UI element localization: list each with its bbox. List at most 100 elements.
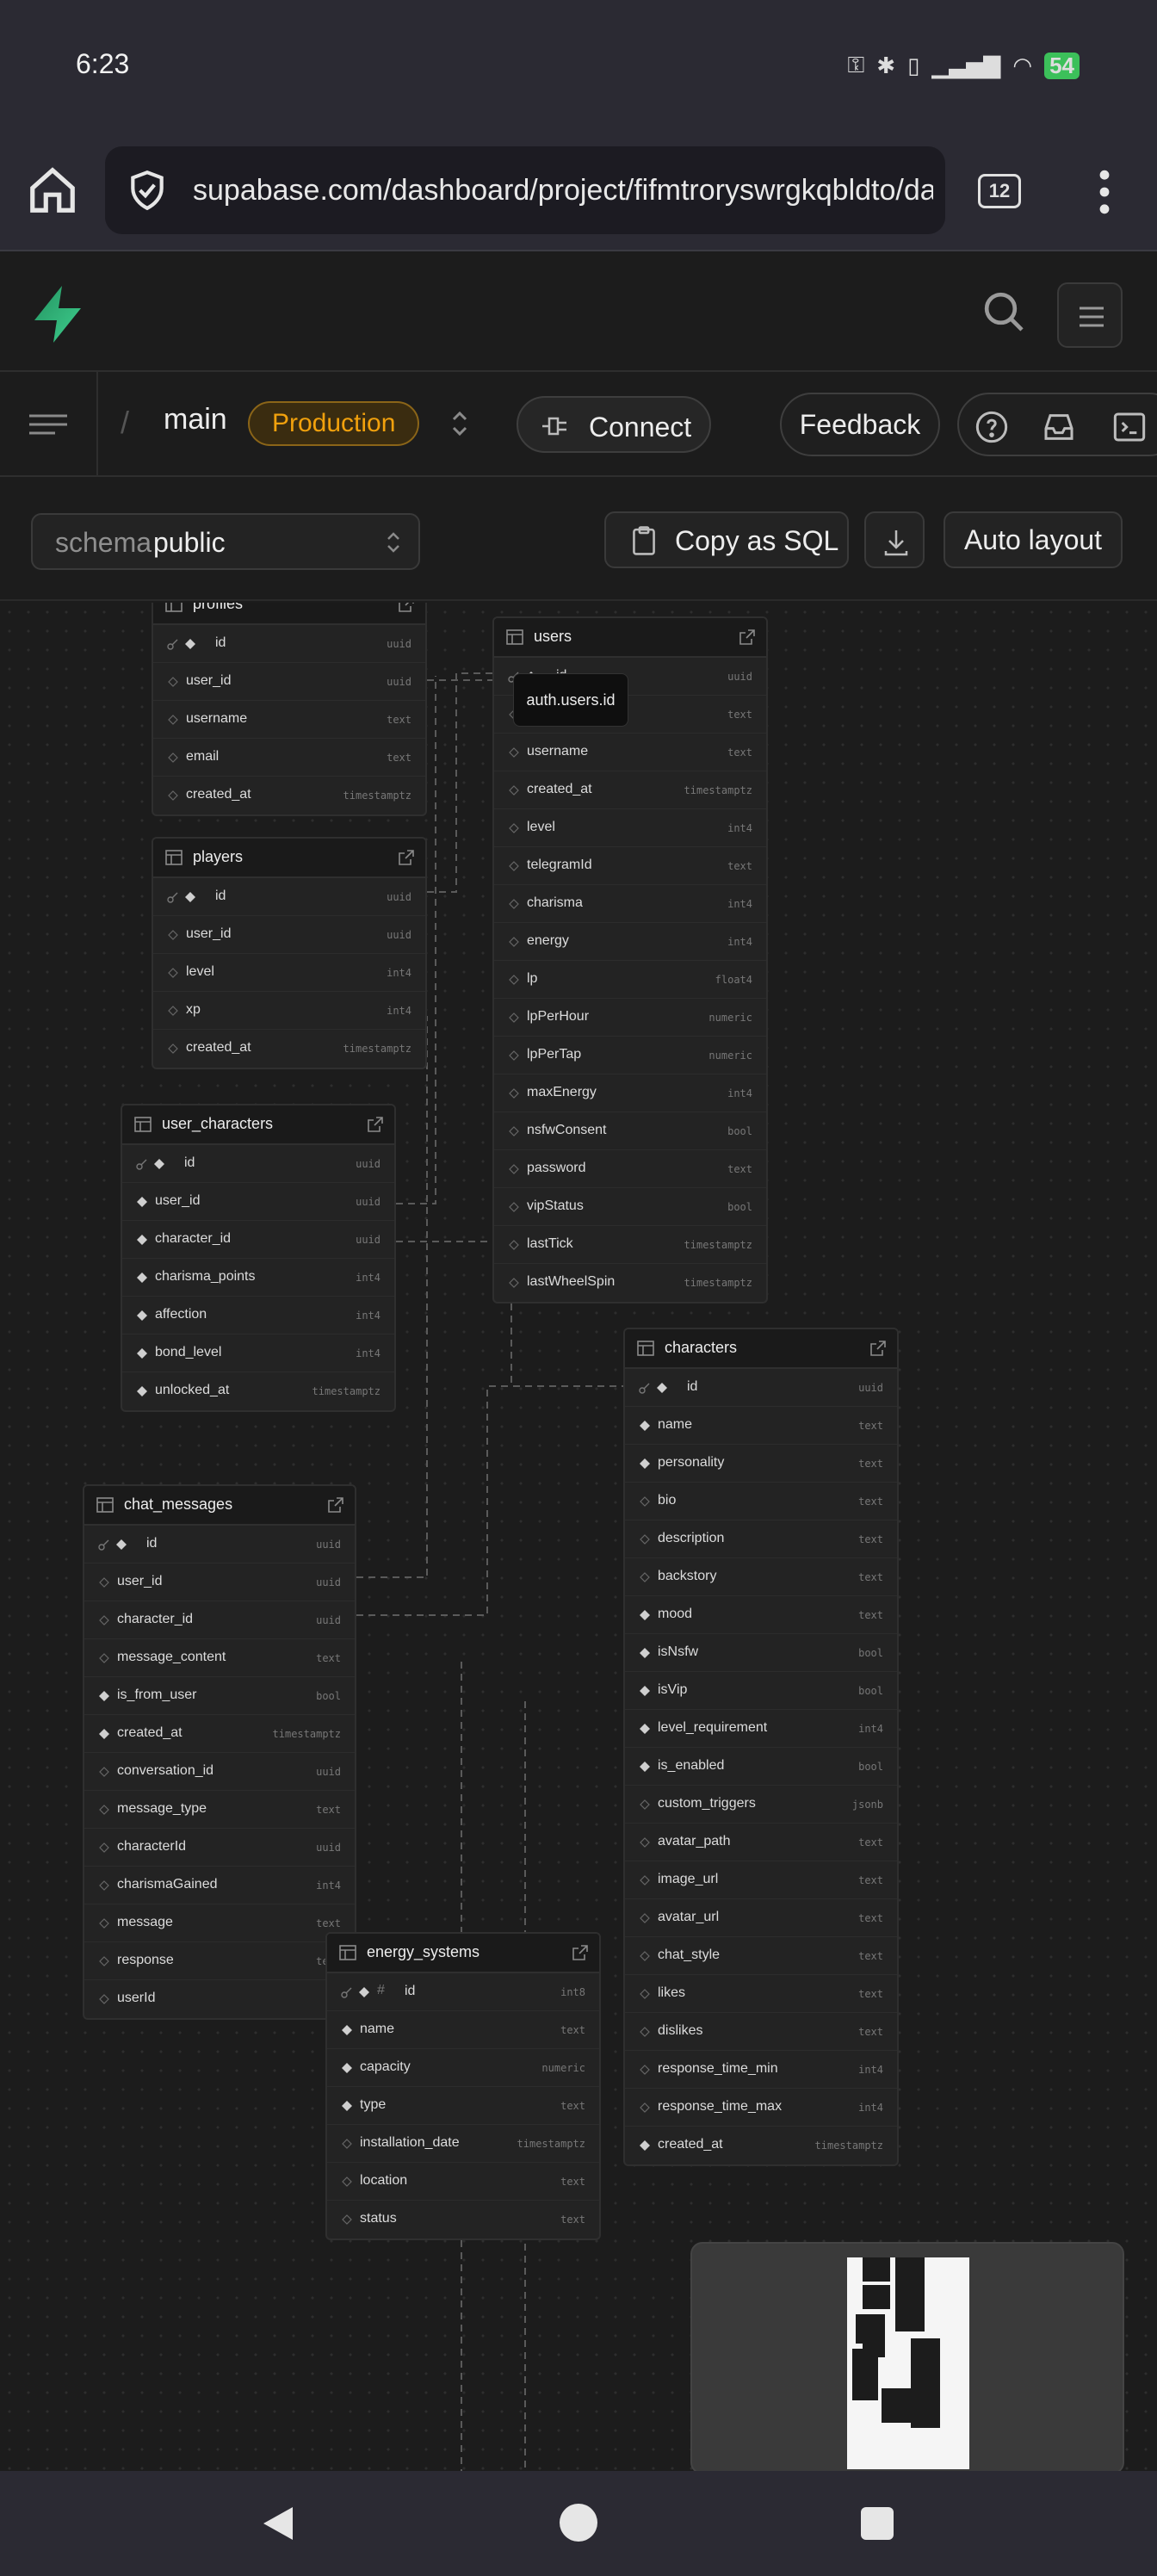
minimap[interactable] [690, 2242, 1124, 2471]
table-column-row[interactable]: lpPerTap numeric [494, 1037, 766, 1074]
table-column-row[interactable]: isNsfw bool [625, 1634, 897, 1672]
table-column-row[interactable]: level int4 [153, 954, 425, 992]
branch-name[interactable]: main [164, 403, 227, 437]
table-column-row[interactable]: dislikes text [625, 2013, 897, 2051]
more-vert-icon[interactable] [1092, 169, 1117, 215]
table-column-row[interactable]: charismaGained int4 [84, 1867, 355, 1904]
external-link-icon[interactable] [327, 1496, 344, 1514]
home-nav-icon[interactable] [560, 2504, 597, 2542]
feedback-button[interactable]: Feedback [780, 393, 940, 456]
table-column-row[interactable]: lpPerHour numeric [494, 999, 766, 1037]
tab-switcher-button[interactable]: 12 [978, 174, 1021, 208]
table-column-row[interactable]: password text [494, 1150, 766, 1188]
table-energy-systems[interactable]: energy_systems # id int8 name text capacity nu… [325, 1932, 601, 2240]
chevron-up-down-icon[interactable] [449, 408, 470, 439]
table-column-row[interactable]: message_content text [84, 1639, 355, 1677]
table-column-row[interactable]: is_from_user bool [84, 1677, 355, 1715]
table-column-row[interactable]: user_id uuid [84, 1564, 355, 1601]
table-column-row[interactable]: response_time_max int4 [625, 2089, 897, 2127]
table-header[interactable]: chat_messages [84, 1486, 355, 1526]
external-link-icon[interactable] [572, 1944, 589, 1961]
table-column-row[interactable]: isVip bool [625, 1672, 897, 1710]
terminal-icon[interactable] [1112, 410, 1147, 444]
table-column-row[interactable]: mood text [625, 1596, 897, 1634]
table-column-row[interactable]: bond_level int4 [122, 1334, 394, 1372]
recents-icon[interactable] [861, 2507, 894, 2540]
table-column-row[interactable]: name text [625, 1407, 897, 1445]
table-header[interactable]: energy_systems [327, 1934, 599, 1973]
table-column-row[interactable]: response_time_min int4 [625, 2051, 897, 2089]
auto-layout-button[interactable]: Auto layout [944, 511, 1123, 568]
external-link-icon[interactable] [367, 1116, 384, 1133]
table-column-row[interactable]: level int4 [494, 809, 766, 847]
table-column-row[interactable]: character_id uuid [122, 1221, 394, 1259]
table-column-row[interactable]: level_requirement int4 [625, 1710, 897, 1748]
inbox-icon[interactable] [1042, 410, 1076, 444]
schema-canvas[interactable]: profiles id uuid user_id uuid username text em… [0, 603, 1157, 2471]
table-column-row[interactable]: chat_style text [625, 1937, 897, 1975]
table-column-row[interactable]: status text [327, 2201, 599, 2239]
table-column-row[interactable]: character_id uuid [84, 1601, 355, 1639]
menu-button[interactable] [1057, 282, 1123, 348]
table-column-row[interactable]: user_id uuid [153, 663, 425, 701]
external-link-icon[interactable] [398, 849, 415, 866]
table-column-row[interactable]: location text [327, 2163, 599, 2201]
table-column-row[interactable]: created_at timestamptz [153, 1030, 425, 1068]
back-icon[interactable] [258, 2504, 298, 2543]
table-column-row[interactable]: avatar_path text [625, 1824, 897, 1861]
table-column-row[interactable]: created_at timestamptz [625, 2127, 897, 2164]
download-button[interactable] [864, 511, 925, 568]
table-column-row[interactable]: lp float4 [494, 961, 766, 999]
table-column-row[interactable]: description text [625, 1520, 897, 1558]
table-column-row[interactable]: email text [153, 739, 425, 777]
table-column-row[interactable]: message text [84, 1904, 355, 1942]
sidebar-toggle-icon[interactable] [29, 413, 67, 436]
table-column-row[interactable]: avatar_url text [625, 1899, 897, 1937]
table-column-row[interactable]: energy int4 [494, 923, 766, 961]
table-column-row[interactable]: personality text [625, 1445, 897, 1483]
table-column-row[interactable]: id uuid [153, 878, 425, 916]
url-text[interactable]: supabase.com/dashboard/project/fifmtrory… [193, 174, 933, 207]
table-column-row[interactable]: installation_date timestamptz [327, 2125, 599, 2163]
table-column-row[interactable]: unlocked_at timestamptz [122, 1372, 394, 1410]
table-column-row[interactable]: username text [494, 734, 766, 771]
table-column-row[interactable]: affection int4 [122, 1297, 394, 1334]
table-column-row[interactable]: backstory text [625, 1558, 897, 1596]
table-header[interactable]: user_characters [122, 1105, 394, 1145]
table-column-row[interactable]: capacity numeric [327, 2049, 599, 2087]
table-column-row[interactable]: nsfwConsent bool [494, 1112, 766, 1150]
table-column-row[interactable]: maxEnergy int4 [494, 1074, 766, 1112]
table-characters[interactable]: characters id uuid name text personality text… [623, 1328, 899, 2166]
table-column-row[interactable]: lastWheelSpin timestamptz [494, 1264, 766, 1302]
table-column-row[interactable]: name text [327, 2011, 599, 2049]
table-column-row[interactable]: # id int8 [327, 1973, 599, 2011]
table-column-row[interactable]: conversation_id uuid [84, 1753, 355, 1791]
table-header[interactable]: profiles [153, 603, 425, 625]
external-link-icon[interactable] [869, 1340, 887, 1357]
table-column-row[interactable]: telegramId text [494, 847, 766, 885]
table-column-row[interactable]: is_enabled bool [625, 1748, 897, 1786]
table-column-row[interactable]: characterId uuid [84, 1829, 355, 1867]
table-profiles[interactable]: profiles id uuid user_id uuid username text em… [152, 603, 427, 816]
table-column-row[interactable]: userIduu [84, 1980, 355, 2018]
table-column-row[interactable]: id uuid [122, 1145, 394, 1183]
shield-icon[interactable] [126, 169, 169, 212]
table-column-row[interactable]: user_id uuid [153, 916, 425, 954]
table-user-characters[interactable]: user_characters id uuid user_id uuid charact… [121, 1104, 396, 1412]
table-column-row[interactable]: lastTick timestamptz [494, 1226, 766, 1264]
table-column-row[interactable]: user_id uuid [122, 1183, 394, 1221]
table-column-row[interactable]: bio text [625, 1483, 897, 1520]
supabase-logo-icon[interactable] [29, 284, 86, 344]
table-chat-messages[interactable]: chat_messages id uuid user_id uuid character… [83, 1484, 356, 2020]
table-column-row[interactable]: type text [327, 2087, 599, 2125]
table-column-row[interactable]: custom_triggers jsonb [625, 1786, 897, 1824]
table-column-row[interactable]: image_url text [625, 1861, 897, 1899]
minimap-viewport[interactable] [847, 2257, 969, 2469]
schema-select[interactable]: schema public [31, 513, 420, 570]
table-players[interactable]: players id uuid user_id uuid level int4 xp int4… [152, 837, 427, 1069]
table-column-row[interactable]: responsetext [84, 1942, 355, 1980]
address-bar[interactable]: supabase.com/dashboard/project/fifmtrory… [105, 146, 945, 234]
table-column-row[interactable]: id uuid [625, 1369, 897, 1407]
table-header[interactable]: characters [625, 1329, 897, 1369]
table-column-row[interactable]: charisma int4 [494, 885, 766, 923]
